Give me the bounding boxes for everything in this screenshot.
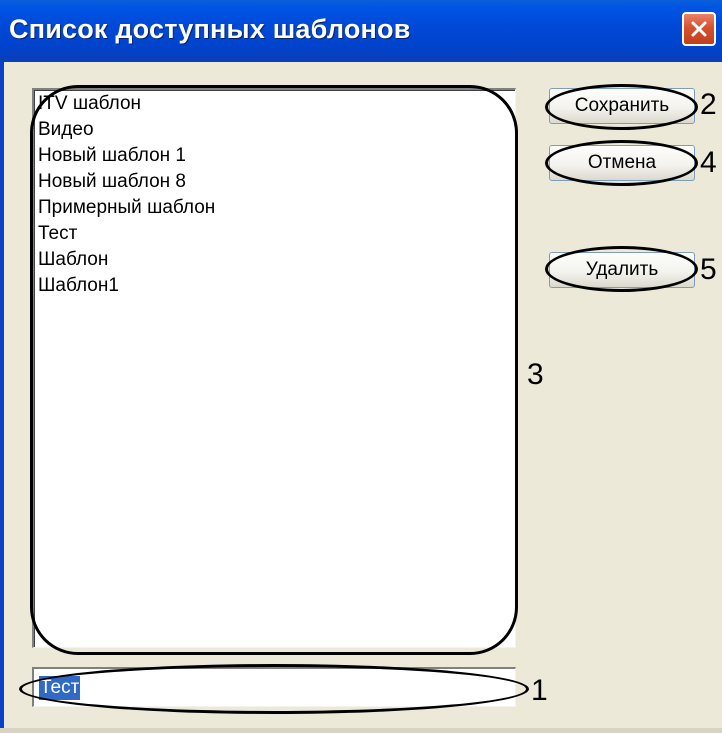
- template-name-input[interactable]: Тест: [32, 667, 516, 707]
- close-button[interactable]: [682, 12, 716, 46]
- title-bar[interactable]: Список доступных шаблонов: [0, 0, 722, 62]
- callout-number-delete: 5: [700, 253, 717, 286]
- window-title: Список доступных шаблонов: [9, 14, 411, 44]
- delete-button[interactable]: Удалить: [549, 252, 695, 288]
- list-item[interactable]: Примерный шаблон: [38, 196, 215, 220]
- save-button[interactable]: Сохранить: [549, 88, 695, 124]
- templates-listbox[interactable]: ITV шаблон Видео Новый шаблон 1 Новый ша…: [32, 88, 516, 648]
- close-icon: [691, 21, 707, 37]
- window-frame-bottom: [0, 728, 722, 733]
- callout-number-save: 2: [700, 88, 717, 121]
- list-item[interactable]: Тест: [38, 222, 77, 246]
- list-item[interactable]: Видео: [38, 118, 94, 142]
- list-item[interactable]: Шаблон: [38, 248, 108, 272]
- list-item[interactable]: Новый шаблон 1: [38, 144, 186, 168]
- list-item[interactable]: ITV шаблон: [38, 92, 141, 116]
- template-name-value: Тест: [39, 676, 81, 700]
- callout-number-list: 3: [527, 358, 544, 391]
- cancel-button[interactable]: Отмена: [549, 145, 695, 181]
- window-frame-left: [0, 62, 4, 733]
- template-list-dialog: Список доступных шаблонов ITV шаблон Вид…: [0, 0, 722, 733]
- list-item[interactable]: Новый шаблон 8: [38, 170, 186, 194]
- callout-number-field: 1: [531, 674, 548, 707]
- callout-number-cancel: 4: [700, 146, 717, 179]
- list-item[interactable]: Шаблон1: [38, 274, 119, 298]
